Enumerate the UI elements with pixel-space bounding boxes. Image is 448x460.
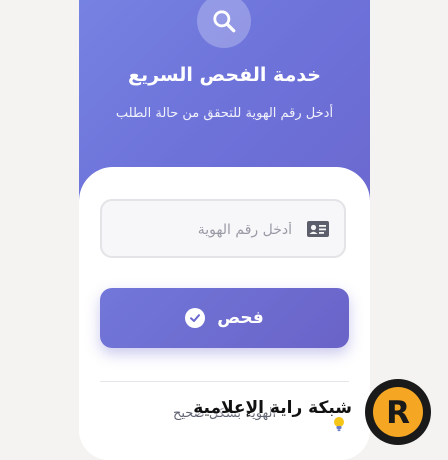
search-icon	[197, 0, 251, 48]
id-number-field[interactable]	[100, 199, 346, 258]
check-circle-icon	[185, 308, 206, 328]
check-button-label: فحص	[217, 308, 264, 328]
id-card-icon	[306, 219, 330, 239]
page-subtitle: أدخل رقم الهوية للتحقق من حالة الطلب	[115, 106, 334, 121]
page-title: خدمة الفحص السريع	[127, 64, 322, 86]
watermark-text: شبكة راية الإعلامية	[193, 398, 352, 418]
check-button[interactable]: فحص	[100, 288, 349, 348]
watermark: شبكة راية الإعلامية R	[193, 378, 432, 446]
id-number-input[interactable]	[120, 201, 294, 258]
logo-letter: R	[386, 395, 410, 431]
app-screen: خدمة الفحص السريع أدخل رقم الهوية للتحقق…	[0, 0, 448, 460]
brand-logo: R	[364, 378, 432, 446]
